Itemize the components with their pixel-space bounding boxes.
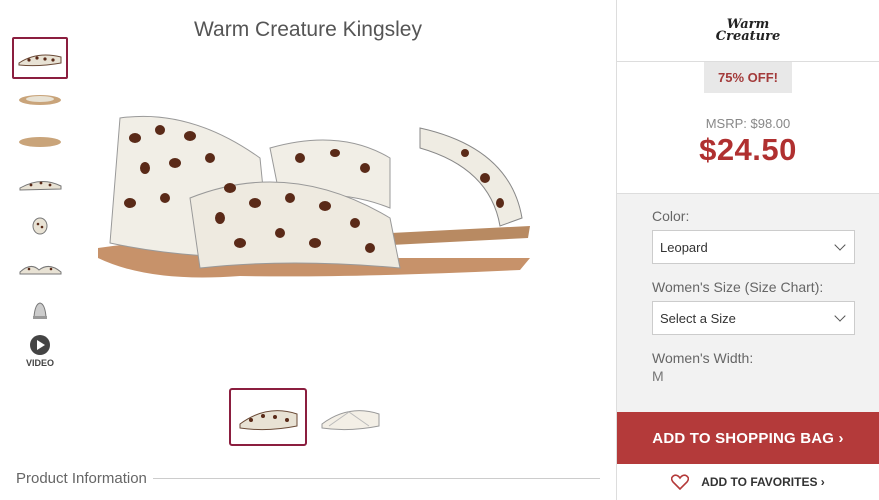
color-label: Color: (652, 208, 690, 224)
discount-badge: 75% OFF! (704, 62, 792, 93)
msrp-price: MSRP: $98.00 (705, 116, 791, 131)
size-label: Women's Size (Size Chart): (652, 279, 824, 295)
color-select-value: Leopard (660, 239, 708, 255)
thumbnail-1[interactable] (12, 37, 68, 79)
add-to-favorites-label: ADD TO FAVORITES › (701, 475, 825, 489)
color-swatches (229, 388, 389, 446)
swatch-white[interactable] (311, 388, 389, 446)
purchase-panel: Warm Creature 75% OFF! MSRP: $98.00 $24.… (616, 0, 879, 500)
price-box: 75% OFF! MSRP: $98.00 $24.50 (617, 62, 879, 194)
add-to-favorites-button[interactable]: ADD TO FAVORITES › (617, 464, 879, 500)
chevron-down-icon (834, 239, 846, 251)
thumbnail-5[interactable] (12, 205, 68, 247)
product-gallery: Warm Creature Kingsley VIDEO Product Inf… (0, 0, 616, 500)
color-select[interactable]: Leopard (652, 230, 855, 264)
swatch-leopard[interactable] (229, 388, 307, 446)
heart-icon (671, 474, 690, 490)
thumbnail-3[interactable] (12, 121, 68, 163)
thumbnail-7[interactable] (12, 289, 68, 331)
options-section: Color: Leopard Women's Size (Size Chart)… (617, 194, 879, 412)
product-title: Warm Creature Kingsley (194, 18, 422, 41)
add-to-shopping-bag-button[interactable]: ADD TO SHOPPING BAG › (617, 412, 879, 464)
sale-price: $24.50 (699, 132, 797, 167)
product-information-header[interactable]: Product Information (16, 470, 600, 487)
brand-logo[interactable]: Warm Creature (715, 18, 781, 44)
divider (152, 478, 600, 479)
width-label: Women's Width: (652, 350, 754, 366)
video-thumbnail[interactable]: VIDEO (12, 335, 68, 368)
play-icon (30, 335, 50, 355)
width-value: M (652, 368, 664, 384)
brand-logo-area: Warm Creature (617, 0, 879, 62)
chevron-down-icon (834, 310, 846, 322)
brand-logo-line2: Creature (715, 28, 781, 44)
thumbnail-4[interactable] (12, 163, 68, 205)
product-information-label: Product Information (16, 470, 147, 487)
thumbnail-list: VIDEO (12, 37, 68, 368)
size-select[interactable]: Select a Size (652, 301, 855, 335)
main-product-image (90, 108, 530, 308)
thumbnail-2[interactable] (12, 79, 68, 121)
thumbnail-6[interactable] (12, 247, 68, 289)
size-select-value: Select a Size (660, 310, 736, 326)
video-label: VIDEO (25, 358, 54, 368)
